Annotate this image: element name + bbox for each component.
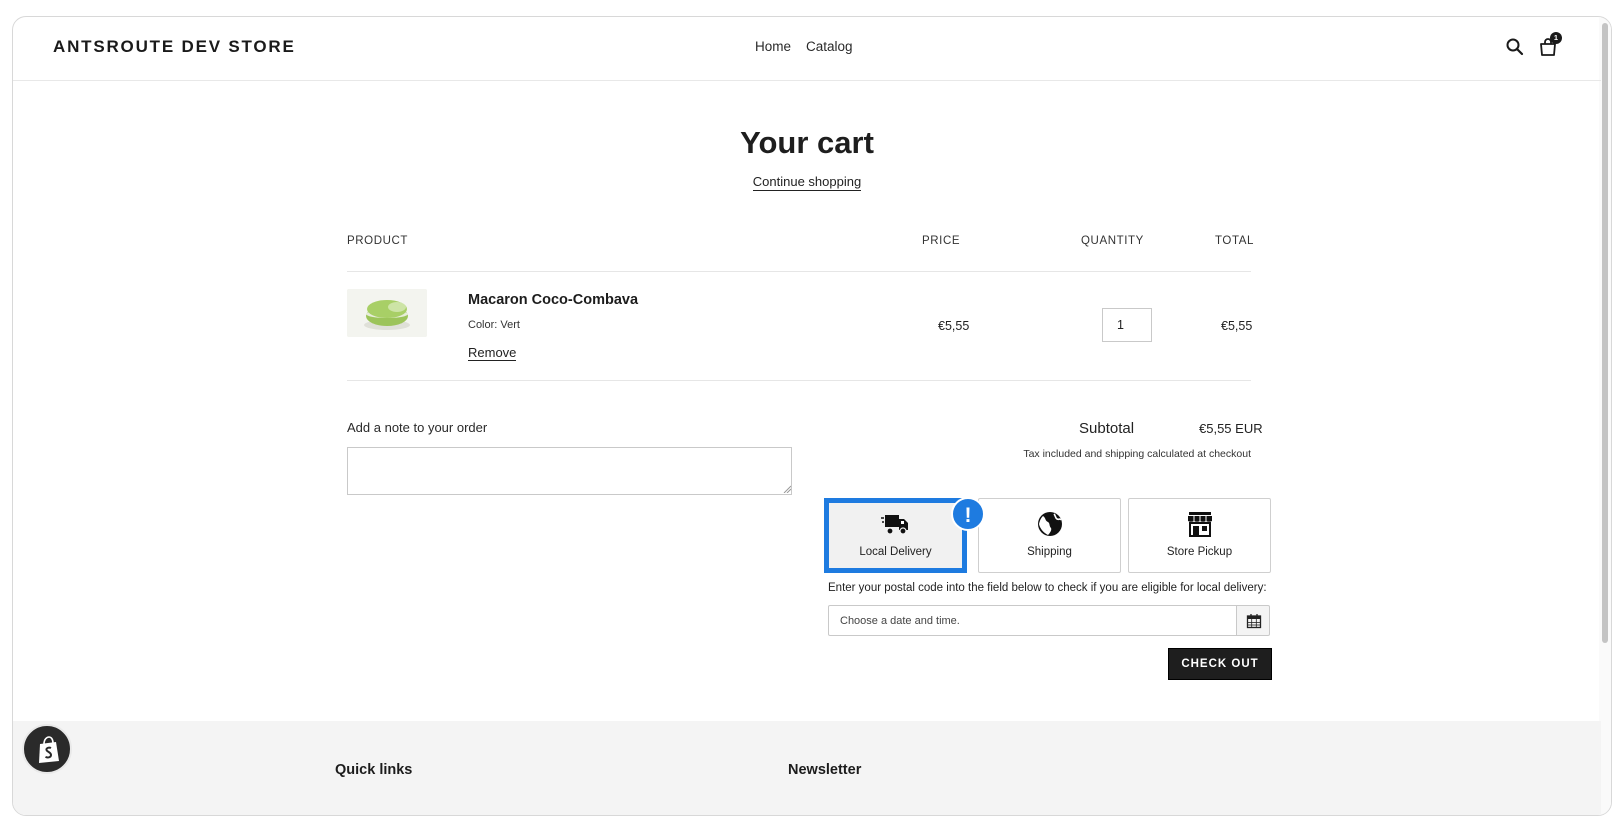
store-logo[interactable]: ANTSROUTE DEV STORE bbox=[53, 37, 296, 57]
browser-viewport: ANTSROUTE DEV STORE Home Catalog 1 Your … bbox=[12, 16, 1612, 816]
nav-item-home[interactable]: Home bbox=[755, 39, 791, 54]
globe-icon bbox=[1035, 509, 1065, 539]
order-note-textarea[interactable] bbox=[347, 447, 792, 495]
remove-item-link[interactable]: Remove bbox=[468, 345, 517, 361]
subtotal-label: Subtotal bbox=[1079, 420, 1135, 437]
delivery-hint: Enter your postal code into the field be… bbox=[828, 582, 1267, 594]
delivery-method-label: Local Delivery bbox=[859, 546, 932, 558]
subtotal-value: €5,55 EUR bbox=[1199, 421, 1263, 436]
delivery-method-store-pickup[interactable]: Store Pickup bbox=[1128, 498, 1271, 573]
nav-item-catalog[interactable]: Catalog bbox=[806, 39, 853, 54]
delivery-method-label: Shipping bbox=[1027, 546, 1072, 558]
delivery-method-local-delivery[interactable]: Local Delivery bbox=[824, 498, 967, 573]
column-header-product: PRODUCT bbox=[347, 235, 409, 247]
continue-shopping-link-wrap: Continue shopping bbox=[13, 174, 1601, 191]
column-header-quantity: QUANTITY bbox=[1081, 235, 1144, 247]
site-footer: Quick links Newsletter bbox=[13, 721, 1601, 815]
store-icon bbox=[1185, 509, 1215, 539]
truck-icon bbox=[880, 509, 911, 539]
resize-grip-icon[interactable] bbox=[783, 485, 791, 493]
calendar-button[interactable] bbox=[1236, 605, 1270, 636]
column-header-total: TOTAL bbox=[1215, 235, 1254, 247]
page-title: Your cart bbox=[740, 125, 874, 160]
product-image[interactable] bbox=[347, 289, 427, 337]
site-header: ANTSROUTE DEV STORE Home Catalog 1 bbox=[13, 17, 1601, 81]
checkout-button[interactable]: CHECK OUT bbox=[1168, 648, 1272, 680]
tax-note: Tax included and shipping calculated at … bbox=[1023, 448, 1251, 460]
divider bbox=[347, 380, 1251, 381]
shopify-badge[interactable] bbox=[22, 724, 72, 774]
delivery-method-shipping[interactable]: Shipping bbox=[978, 498, 1121, 573]
footer-newsletter-heading: Newsletter bbox=[788, 762, 862, 778]
main-nav: Home Catalog bbox=[755, 39, 853, 54]
alert-badge: ! bbox=[951, 497, 985, 531]
item-total: €5,55 bbox=[1221, 319, 1253, 333]
delivery-method-label: Store Pickup bbox=[1166, 546, 1233, 558]
cart-count-badge: 1 bbox=[1550, 32, 1562, 44]
footer-quick-links-heading: Quick links bbox=[335, 762, 413, 778]
item-price: €5,55 bbox=[938, 319, 970, 333]
search-icon[interactable] bbox=[1505, 37, 1527, 59]
continue-shopping-link[interactable]: Continue shopping bbox=[752, 174, 862, 191]
quantity-input[interactable] bbox=[1102, 308, 1152, 342]
order-note-label: Add a note to your order bbox=[347, 420, 488, 435]
divider bbox=[347, 271, 1251, 272]
date-time-input[interactable] bbox=[828, 605, 1237, 636]
calendar-icon bbox=[1246, 614, 1262, 629]
product-name[interactable]: Macaron Coco-Combava bbox=[468, 292, 638, 308]
column-header-price: PRICE bbox=[922, 235, 961, 247]
product-variant: Color: Vert bbox=[468, 319, 520, 331]
scrollbar-thumb[interactable] bbox=[1602, 23, 1608, 643]
shopify-bag-icon bbox=[39, 736, 59, 763]
